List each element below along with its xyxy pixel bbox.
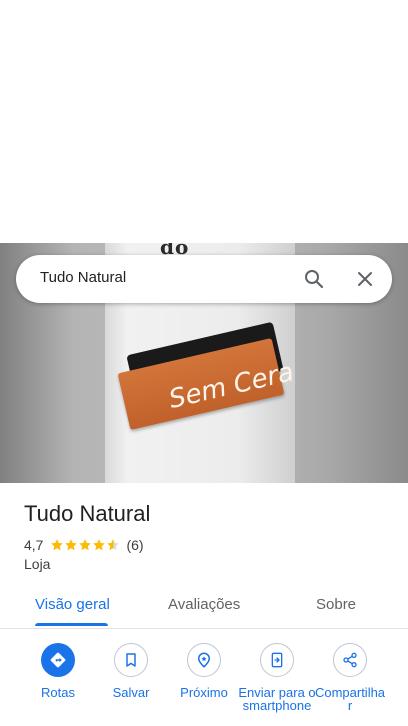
share-circle xyxy=(333,643,367,677)
place-category: Loja xyxy=(24,556,51,572)
save-button[interactable]: Salvar xyxy=(96,643,166,699)
nearby-button[interactable]: Próximo xyxy=(169,643,239,699)
send-to-phone-icon xyxy=(271,652,283,668)
star-rating xyxy=(50,538,120,552)
rating-row[interactable]: 4,7 (6) xyxy=(24,536,144,554)
place-title: Tudo Natural xyxy=(24,501,151,526)
action-bar: Rotas Salvar Próximo Enviar para o smart… xyxy=(0,643,408,726)
rating-value: 4,7 xyxy=(24,537,44,553)
place-tabs: Visão geral Avaliações Sobre xyxy=(0,586,408,629)
directions-icon xyxy=(50,652,66,668)
share-icon xyxy=(343,652,357,668)
clear-search-button[interactable] xyxy=(353,267,377,291)
directions-button[interactable]: Rotas xyxy=(23,643,93,699)
review-count[interactable]: (6) xyxy=(126,537,143,553)
directions-label: Rotas xyxy=(41,685,75,700)
share-label: Compartilhar xyxy=(314,685,386,713)
send-to-phone-button[interactable]: Enviar para o smartphone xyxy=(238,643,316,712)
tab-overview[interactable]: Visão geral xyxy=(35,596,110,613)
directions-circle xyxy=(41,643,75,677)
nearby-label: Próximo xyxy=(180,685,228,700)
star-icon xyxy=(51,539,64,551)
star-icon xyxy=(93,539,106,551)
active-tab-indicator xyxy=(35,623,108,626)
nearby-icon xyxy=(197,652,211,668)
bookmark-icon xyxy=(126,653,136,667)
search-query[interactable]: Tudo Natural xyxy=(40,269,126,286)
search-button[interactable] xyxy=(302,267,326,291)
share-button[interactable]: Compartilhar xyxy=(315,643,385,712)
star-icon xyxy=(79,539,92,551)
nearby-circle xyxy=(187,643,221,677)
blank-map-area xyxy=(0,0,408,243)
search-icon xyxy=(305,270,324,289)
tab-about[interactable]: Sobre xyxy=(316,596,356,613)
tab-reviews[interactable]: Avaliações xyxy=(168,596,240,613)
send-to-phone-circle xyxy=(260,643,294,677)
send-to-phone-label: Enviar para o smartphone xyxy=(238,685,316,713)
search-bar[interactable]: Tudo Natural xyxy=(16,255,392,303)
close-icon xyxy=(358,272,372,286)
star-icon xyxy=(65,539,78,551)
half-star-icon xyxy=(107,539,120,551)
save-label: Salvar xyxy=(112,685,150,700)
save-circle xyxy=(114,643,148,677)
